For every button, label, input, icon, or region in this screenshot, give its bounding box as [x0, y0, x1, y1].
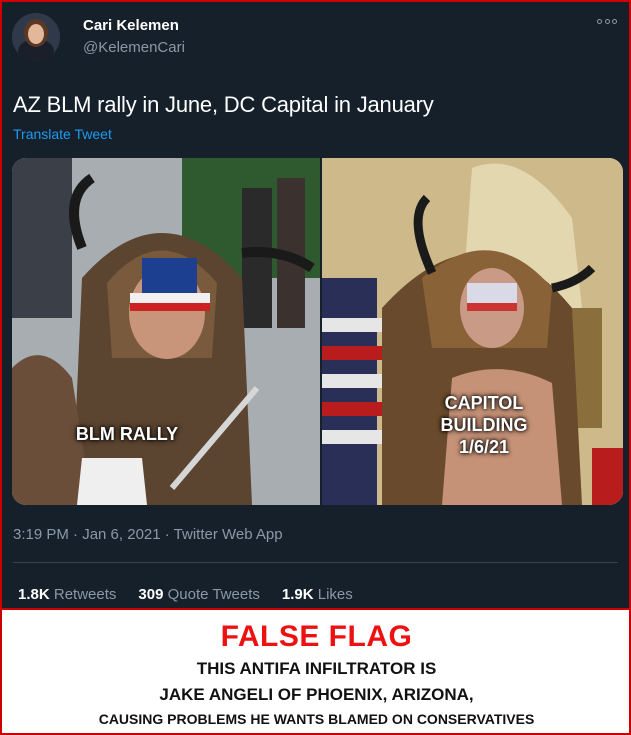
display-name[interactable]: Cari Kelemen: [83, 17, 179, 34]
tweet-card: Cari Kelemen @KelemenCari AZ BLM rally i…: [1, 1, 630, 734]
banner-title: FALSE FLAG: [220, 620, 413, 653]
banner-line-2: JAKE ANGELI OF PHOENIX, ARIZONA,: [159, 685, 474, 704]
caption-capitol-line-3: 1/6/21: [458, 437, 510, 457]
banner-line-3: CAUSING PROBLEMS HE WANTS BLAMED ON CONS…: [98, 711, 535, 727]
photo-left-illustration: [12, 158, 320, 505]
caption-capitol-building: CAPITOL BUILDING 1/6/21: [414, 392, 554, 458]
retweets-label: Retweets: [53, 586, 117, 603]
banner-line-1: THIS ANTIFA INFILTRATOR IS: [196, 659, 437, 678]
false-flag-banner: FALSE FLAG THIS ANTIFA INFILTRATOR IS JA…: [2, 608, 629, 733]
caption-blm-rally: BLM RALLY: [75, 424, 179, 444]
more-options-icon[interactable]: [597, 16, 617, 26]
retweets-count: 1.8K: [18, 586, 50, 603]
quote-tweets-stat[interactable]: 309 Quote Tweets: [138, 586, 259, 603]
caption-capitol-line-1: CAPITOL: [444, 393, 524, 413]
quote-tweets-count: 309: [138, 586, 164, 603]
photo-capitol-building[interactable]: CAPITOL BUILDING 1/6/21: [322, 158, 623, 505]
likes-count: 1.9K: [281, 586, 314, 603]
likes-label: Likes: [317, 586, 353, 603]
avatar[interactable]: [12, 13, 60, 61]
tweet-media[interactable]: BLM RALLY CAPITOL BUILDING 1/6/21: [12, 158, 623, 505]
caption-capitol-line-2: BUILDING: [440, 415, 528, 435]
divider: [13, 562, 618, 563]
tweet-timestamp[interactable]: 3:19 PM · Jan 6, 2021 · Twitter Web App: [13, 526, 283, 543]
translate-tweet-link[interactable]: Translate Tweet: [13, 126, 112, 142]
user-handle[interactable]: @KelemenCari: [83, 39, 185, 56]
photo-blm-rally[interactable]: BLM RALLY: [12, 158, 320, 505]
tweet-text: AZ BLM rally in June, DC Capital in Janu…: [13, 92, 434, 117]
tweet-stats: 1.8K Retweets 309 Quote Tweets 1.9K Like…: [18, 586, 353, 603]
quote-tweets-label: Quote Tweets: [167, 586, 260, 603]
retweets-stat[interactable]: 1.8K Retweets: [18, 586, 116, 603]
likes-stat[interactable]: 1.9K Likes: [282, 586, 353, 603]
